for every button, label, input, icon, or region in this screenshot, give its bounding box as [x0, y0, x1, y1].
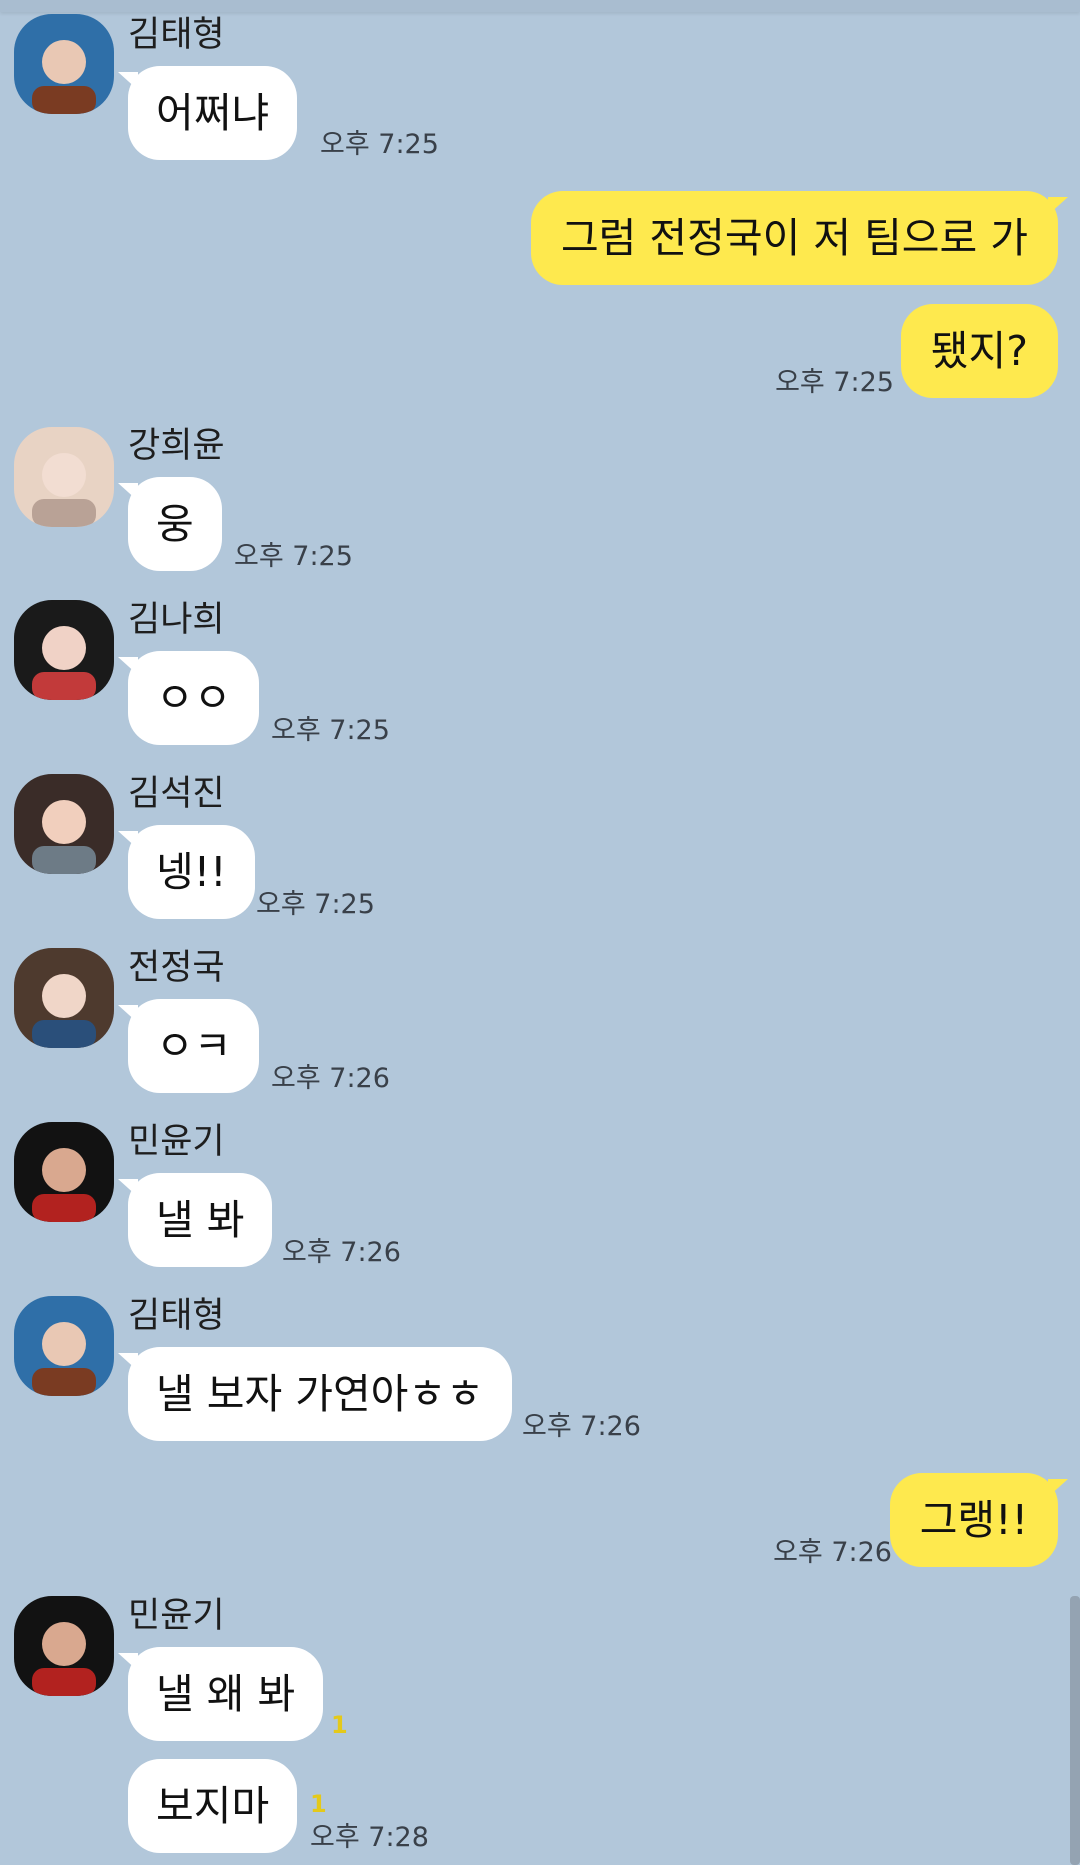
profile-photo-icon	[14, 1122, 114, 1222]
unread-count: 1	[310, 1790, 327, 1818]
avatar-body	[32, 672, 96, 700]
message-time: 오후 7:25	[271, 715, 390, 746]
avatar-face	[42, 40, 86, 84]
chat-screen[interactable]: 김태형 어쩌냐 오후 7:25 그럼 전정국이 저 팀으로 가 됐지? 오후 7…	[0, 0, 1080, 1865]
avatar-face	[42, 626, 86, 670]
avatar-kim-seokjin[interactable]	[14, 774, 114, 874]
message-bubble[interactable]: 넹!!	[118, 825, 255, 919]
message-time: 오후 7:28	[310, 1822, 429, 1853]
sender-name: 민윤기	[128, 1122, 225, 1162]
avatar-kim-taehyung[interactable]	[14, 14, 114, 114]
avatar-face	[42, 1622, 86, 1666]
avatar-body	[32, 1668, 96, 1696]
profile-photo-icon	[14, 1596, 114, 1696]
profile-photo-icon	[14, 1296, 114, 1396]
avatar-face	[42, 974, 86, 1018]
message-time: 오후 7:26	[271, 1063, 390, 1094]
profile-photo-icon	[14, 427, 114, 527]
avatar-body	[32, 86, 96, 114]
message-time: 오후 7:25	[256, 889, 375, 920]
profile-photo-icon	[14, 600, 114, 700]
avatar-min-yoongi[interactable]	[14, 1596, 114, 1696]
message-bubble-sent[interactable]: 됐지?	[900, 304, 1058, 398]
message-bubble-sent[interactable]: 그럼 전정국이 저 팀으로 가	[530, 191, 1069, 285]
message-bubble[interactable]: 낼 보자 가연아ㅎㅎ	[118, 1347, 512, 1441]
avatar-face	[42, 1322, 86, 1366]
sender-name: 민윤기	[128, 1596, 225, 1636]
message-time: 오후 7:26	[773, 1537, 892, 1568]
sender-name: 강희윤	[128, 426, 225, 466]
avatar-body	[32, 499, 96, 527]
avatar-face	[42, 800, 86, 844]
message-bubble[interactable]: 낼 왜 봐	[117, 1647, 324, 1741]
message-time: 오후 7:26	[522, 1411, 641, 1442]
scrollbar[interactable]	[1070, 1596, 1080, 1865]
avatar-body	[32, 1020, 96, 1048]
message-bubble[interactable]: ㅇㅋ	[117, 999, 260, 1093]
sender-name: 전정국	[128, 948, 225, 988]
message-bubble[interactable]: 보지마	[128, 1759, 298, 1853]
message-bubble[interactable]: 웅	[118, 477, 222, 571]
sender-name: 김태형	[128, 1296, 225, 1336]
message-time: 오후 7:25	[234, 541, 353, 572]
sender-name: 김태형	[128, 15, 225, 55]
message-time: 오후 7:25	[775, 367, 894, 398]
avatar-min-yoongi[interactable]	[14, 1122, 114, 1222]
message-bubble[interactable]: 어쩌냐	[117, 66, 298, 160]
avatar-kim-nahee[interactable]	[14, 600, 114, 700]
avatar-face	[42, 453, 86, 497]
profile-photo-icon	[14, 14, 114, 114]
avatar-body	[32, 1368, 96, 1396]
avatar-face	[42, 1148, 86, 1192]
message-time: 오후 7:25	[320, 129, 439, 160]
avatar-jeon-jungkook[interactable]	[14, 948, 114, 1048]
avatar-kang-heeyun[interactable]	[14, 427, 114, 527]
message-bubble[interactable]: ㅇㅇ	[117, 651, 260, 745]
avatar-kim-taehyung[interactable]	[14, 1296, 114, 1396]
message-bubble-sent[interactable]: 그랭!!	[889, 1473, 1069, 1567]
avatar-body	[32, 1194, 96, 1222]
message-bubble[interactable]: 낼 봐	[117, 1173, 273, 1267]
message-time: 오후 7:26	[282, 1237, 401, 1268]
unread-count: 1	[331, 1711, 348, 1739]
top-bar-edge	[0, 0, 1080, 12]
sender-name: 김석진	[128, 774, 225, 814]
sender-name: 김나희	[128, 600, 225, 640]
profile-photo-icon	[14, 774, 114, 874]
profile-photo-icon	[14, 948, 114, 1048]
avatar-body	[32, 846, 96, 874]
